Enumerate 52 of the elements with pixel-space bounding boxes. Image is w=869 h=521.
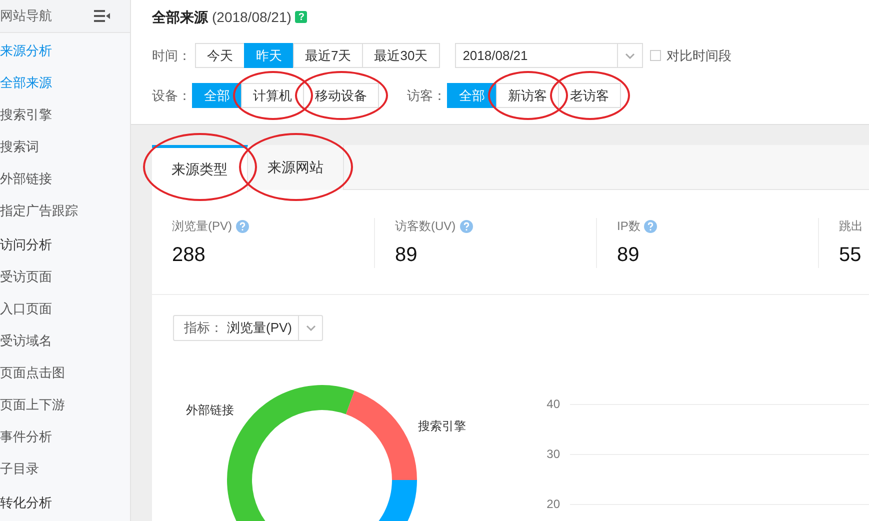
metric-label: 跳出 (839, 218, 863, 235)
help-icon[interactable] (460, 220, 473, 232)
page-title: 全部来源 (152, 8, 208, 26)
page-date: (2018/08/21) (212, 8, 292, 27)
metric-label: 浏览量(PV) (172, 218, 232, 235)
metric-value: 55 (839, 243, 862, 268)
help-icon[interactable] (236, 220, 249, 232)
axis-tick-label: 30 (546, 446, 561, 463)
time-label: 时间： (152, 46, 192, 65)
sidebar-item[interactable]: 外部链接 (0, 163, 130, 195)
chart-label: 搜索引擎 (418, 418, 466, 435)
date-value: 2018/08/21 (462, 46, 529, 65)
help-icon[interactable] (644, 220, 658, 232)
axis-tick-label: 20 (546, 496, 561, 513)
device-label: 设备： (152, 86, 192, 105)
filter-option[interactable]: 最近30天 (362, 43, 440, 68)
sidebar-item[interactable]: 搜索引擎 (0, 99, 130, 131)
filter-option[interactable]: 最近7天 (293, 43, 364, 68)
sidebar-item[interactable]: 搜索词 (0, 131, 130, 163)
indicator-value: 浏览量(PV) (226, 319, 293, 338)
tab[interactable]: 来源类型 (152, 145, 248, 190)
sidebar-item[interactable]: 入口页面 (0, 293, 130, 325)
compare-label: 对比时间段 (666, 46, 732, 65)
visitor-label: 访客： (407, 86, 447, 105)
sidebar-section[interactable]: 转化分析 (0, 487, 130, 519)
metric-value: 89 (395, 243, 418, 268)
metric-label: 访客数(UV) (395, 218, 456, 235)
menu-collapse-icon[interactable] (94, 10, 110, 22)
metric-label: IP数 (617, 218, 640, 235)
metric-value: 288 (172, 243, 206, 268)
sidebar-item[interactable]: 事件分析 (0, 421, 130, 453)
tab[interactable]: 来源网站 (248, 145, 344, 190)
chart-label: 外部链接 (186, 402, 234, 419)
indicator-select[interactable]: 指标： 浏览量(PV) (173, 315, 323, 341)
sidebar-item[interactable]: 页面点击图 (0, 357, 130, 389)
sidebar-item[interactable]: 受访域名 (0, 325, 130, 357)
date-picker[interactable]: 2018/08/21 (454, 43, 643, 68)
axis-tick-label: 40 (546, 396, 561, 413)
metric-value: 89 (617, 243, 640, 268)
filter-option[interactable]: 老访客 (558, 83, 621, 108)
sidebar-title: 网站导航 (0, 7, 52, 26)
sidebar-section[interactable]: 访问分析 (0, 229, 130, 261)
filter-option[interactable]: 移动设备 (303, 83, 379, 108)
filter-option[interactable]: 今天 (195, 43, 245, 68)
sidebar-item[interactable]: 子目录 (0, 453, 130, 485)
sidebar-item[interactable]: 指定广告跟踪 (0, 195, 130, 227)
sidebar-item[interactable]: 页面上下游 (0, 389, 130, 421)
filter-option[interactable]: 新访客 (496, 83, 559, 108)
indicator-label: 指标： (183, 319, 223, 338)
compare-checkbox[interactable] (650, 50, 661, 61)
filter-option[interactable]: 计算机 (241, 83, 304, 108)
sidebar-item[interactable]: 受访页面 (0, 261, 130, 293)
